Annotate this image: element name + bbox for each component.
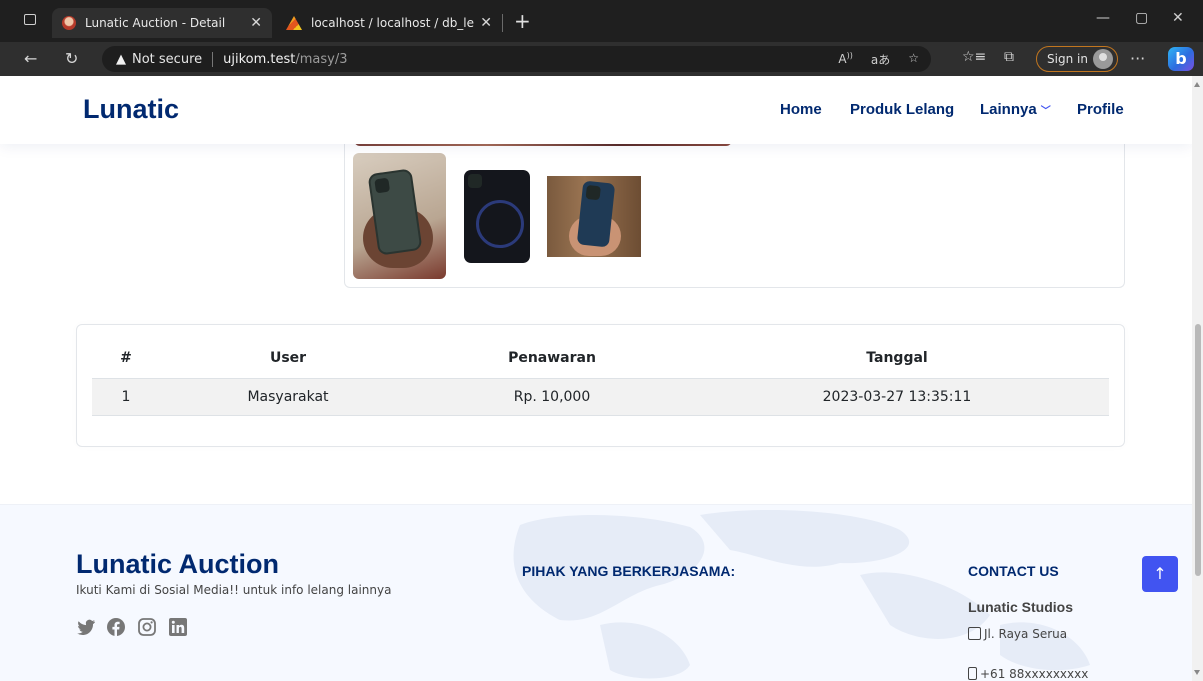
phone-line: +61 88xxxxxxxxx — [968, 667, 1088, 681]
table-header-tanggal: Tanggal — [866, 350, 928, 366]
favorite-star-icon[interactable]: ☆ — [908, 51, 919, 68]
product-thumbnail-3[interactable] — [547, 176, 641, 257]
browser-tab-bar: Lunatic Auction - Detail ✕ localhost / l… — [0, 0, 1203, 42]
row-date: 2023-03-27 13:35:11 — [822, 389, 972, 405]
footer-tagline: Ikuti Kami di Sosial Media!! untuk info … — [76, 583, 392, 597]
minimize-icon[interactable]: — — [1096, 10, 1110, 26]
site-logo[interactable]: Lunatic — [83, 94, 179, 125]
partners-heading: PIHAK YANG BERKERJASAMA: — [522, 563, 736, 579]
address-divider — [212, 51, 214, 67]
collections-icon[interactable]: ⧉ — [1004, 49, 1014, 65]
profile-avatar-icon — [1093, 49, 1113, 69]
restore-icon[interactable]: ▢ — [1135, 10, 1148, 26]
nav-produk-lelang[interactable]: Produk Lelang — [850, 101, 954, 118]
close-tab-icon[interactable]: ✕ — [480, 15, 492, 31]
footer-brand[interactable]: Lunatic Auction — [76, 549, 279, 580]
row-user: Masyarakat — [247, 389, 329, 405]
tab-title: Lunatic Auction - Detail — [85, 16, 226, 30]
phone-shape — [464, 170, 530, 263]
table-header-penawaran: Penawaran — [508, 350, 596, 366]
scroll-up-icon[interactable] — [1194, 82, 1200, 87]
scroll-thumb[interactable] — [1195, 324, 1201, 576]
sign-in-button[interactable]: Sign in — [1036, 46, 1118, 72]
page-viewport: Lunatic Home Produk Lelang Lainnya ﹀ Prof… — [0, 76, 1192, 681]
back-arrow-icon[interactable]: ← — [24, 49, 37, 68]
tab-divider — [502, 14, 503, 32]
tab-lunatic-auction[interactable]: Lunatic Auction - Detail ✕ — [52, 8, 272, 38]
phone-shape — [576, 180, 616, 248]
product-thumbnail-2[interactable] — [463, 170, 530, 263]
page-scrollbar[interactable] — [1192, 76, 1203, 681]
twitter-icon[interactable] — [76, 617, 96, 637]
sign-in-label: Sign in — [1047, 52, 1088, 66]
security-label[interactable]: Not secure — [132, 52, 202, 67]
camera-shape — [468, 174, 482, 188]
settings-more-icon[interactable]: ··· — [1130, 49, 1145, 68]
bing-copilot-icon[interactable]: b — [1168, 47, 1194, 71]
row-offer: Rp. 10,000 — [513, 389, 591, 405]
address-line: Jl. Raya Serua — [968, 627, 1067, 641]
nav-lainnya[interactable]: Lainnya ﹀ — [980, 101, 1051, 118]
map-icon — [968, 627, 981, 640]
url-host: ujikom.test — [223, 51, 296, 67]
url-path: /masy/3 — [295, 51, 348, 67]
scroll-down-icon[interactable] — [1194, 670, 1200, 675]
linkedin-icon[interactable] — [168, 617, 188, 637]
browser-toolbar: ← ↻ ▲ Not secure ujikom.test/masy/3 A)) … — [0, 42, 1203, 76]
company-name: Lunatic Studios — [968, 599, 1073, 615]
address-bar[interactable]: ▲ Not secure ujikom.test/masy/3 A)) aあ ☆ — [102, 46, 931, 72]
camera-shape — [374, 177, 391, 194]
refresh-icon[interactable]: ↻ — [65, 49, 78, 68]
contact-heading: CONTACT US — [968, 563, 1059, 579]
new-tab-icon[interactable]: + — [514, 9, 531, 33]
nav-home[interactable]: Home — [780, 101, 822, 118]
address-text: Jl. Raya Serua — [984, 627, 1068, 641]
phpmyadmin-favicon-icon — [286, 16, 302, 30]
site-header: Lunatic Home Produk Lelang Lainnya ﹀ Prof… — [0, 76, 1192, 144]
camera-shape — [585, 184, 601, 201]
tab-actions-icon[interactable] — [24, 14, 36, 25]
nav-profile[interactable]: Profile — [1077, 101, 1124, 118]
back-to-top-button[interactable]: ↑ — [1142, 556, 1178, 592]
instagram-icon[interactable] — [137, 617, 157, 637]
tab-title: localhost / localhost / db_lelang — [311, 16, 475, 30]
table-header-no: # — [120, 350, 132, 366]
warning-icon: ▲ — [116, 51, 126, 67]
site-footer: Lunatic Auction Ikuti Kami di Sosial Med… — [0, 504, 1192, 681]
row-no: 1 — [121, 389, 131, 405]
close-window-icon[interactable]: ✕ — [1172, 10, 1184, 26]
read-aloud-icon[interactable]: A)) — [838, 51, 852, 68]
tab-phpmyadmin[interactable]: localhost / localhost / db_lelang ✕ — [278, 8, 500, 38]
translate-icon[interactable]: aあ — [871, 51, 890, 68]
table-header-user: User — [269, 350, 307, 366]
close-tab-icon[interactable]: ✕ — [250, 15, 262, 31]
lunatic-favicon-icon — [62, 16, 76, 30]
product-thumbnail-1[interactable] — [353, 153, 446, 279]
phone-text: +61 88xxxxxxxxx — [980, 667, 1089, 681]
favorites-icon[interactable]: ☆≡ — [962, 49, 986, 65]
address-bar-actions: A)) aあ ☆ — [838, 51, 919, 68]
facebook-icon[interactable] — [106, 617, 126, 637]
nav-lainnya-label: Lainnya — [980, 101, 1037, 118]
chevron-down-icon: ﹀ — [1040, 106, 1051, 117]
phone-icon — [968, 667, 977, 680]
